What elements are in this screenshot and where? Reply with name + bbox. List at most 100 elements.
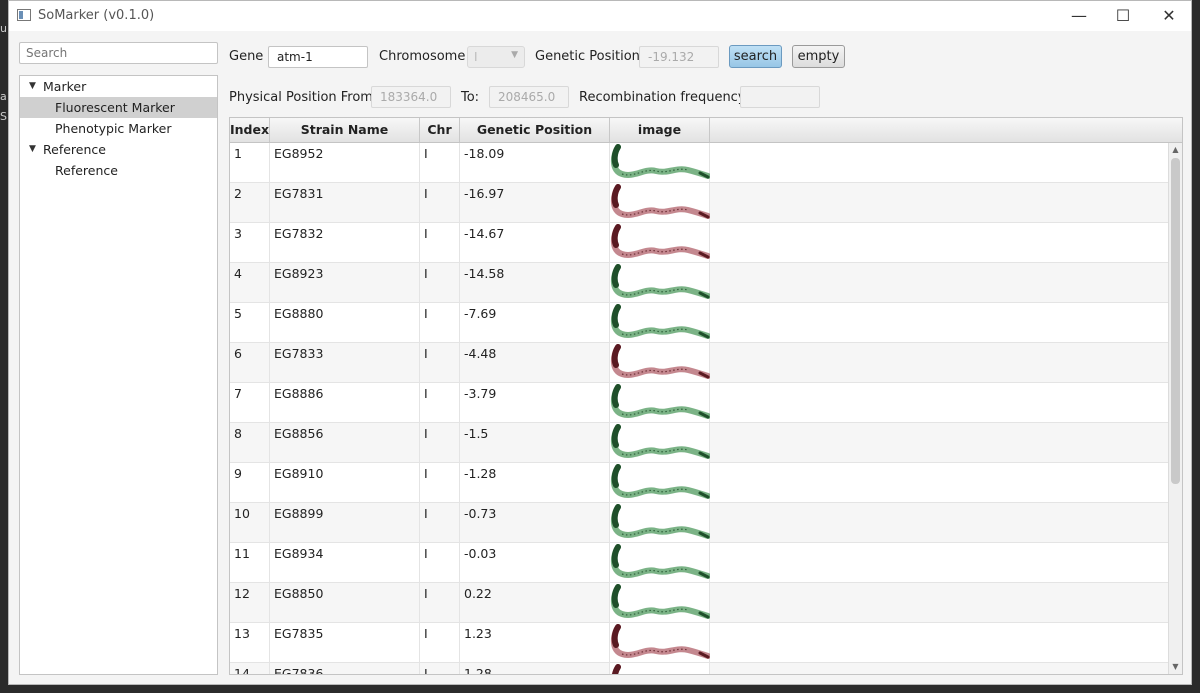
tree-item-phenotypic-marker[interactable]: Phenotypic Marker bbox=[20, 118, 217, 139]
cell-genetic-position: -14.67 bbox=[460, 223, 610, 262]
app-window: SoMarker (v0.1.0) — ☐ ✕ ▼ Marker Fluores… bbox=[8, 0, 1192, 685]
scrollbar-thumb[interactable] bbox=[1171, 158, 1180, 484]
cell-genetic-position: -3.79 bbox=[460, 383, 610, 422]
recombination-frequency-input[interactable] bbox=[740, 86, 820, 108]
physical-from-input[interactable]: 183364.0 bbox=[371, 86, 451, 108]
table-row[interactable]: 1 EG8952 I -18.09 bbox=[230, 143, 1168, 183]
table-row[interactable]: 10 EG8899 I -0.73 bbox=[230, 503, 1168, 543]
worm-image bbox=[610, 343, 711, 382]
cell-strain-name: EG8880 bbox=[270, 303, 420, 342]
column-header-strain-name[interactable]: Strain Name bbox=[270, 118, 420, 142]
cell-chr: I bbox=[420, 303, 460, 342]
column-header-chr[interactable]: Chr bbox=[420, 118, 460, 142]
genetic-position-input[interactable]: -19.132 bbox=[639, 46, 719, 68]
cell-genetic-position: -18.09 bbox=[460, 143, 610, 182]
empty-button[interactable]: empty bbox=[792, 45, 845, 68]
table-row[interactable]: 4 EG8923 I -14.58 bbox=[230, 263, 1168, 303]
cell-strain-name: EG8886 bbox=[270, 383, 420, 422]
cell-strain-name: EG7832 bbox=[270, 223, 420, 262]
cell-genetic-position: -0.03 bbox=[460, 543, 610, 582]
table-row[interactable]: 2 EG7831 I -16.97 bbox=[230, 183, 1168, 223]
table-row[interactable]: 13 EG7835 I 1.23 bbox=[230, 623, 1168, 663]
genetic-position-label: Genetic Position bbox=[535, 49, 640, 64]
worm-image bbox=[610, 503, 711, 542]
expand-arrow-icon[interactable]: ▼ bbox=[29, 139, 36, 160]
background-text: u bbox=[0, 22, 7, 35]
cell-genetic-position: -14.58 bbox=[460, 263, 610, 302]
cell-chr: I bbox=[420, 503, 460, 542]
cell-chr: I bbox=[420, 343, 460, 382]
scroll-down-icon[interactable]: ▼ bbox=[1169, 660, 1182, 674]
table-row[interactable]: 9 EG8910 I -1.28 bbox=[230, 463, 1168, 503]
cell-chr: I bbox=[420, 583, 460, 622]
tree-item-label: Fluorescent Marker bbox=[55, 100, 175, 115]
tree-item-reference-group[interactable]: ▼ Reference bbox=[20, 139, 217, 160]
cell-chr: I bbox=[420, 183, 460, 222]
table-row[interactable]: 12 EG8850 I 0.22 bbox=[230, 583, 1168, 623]
tree-item-reference[interactable]: Reference bbox=[20, 160, 217, 181]
worm-image bbox=[610, 263, 711, 302]
search-button[interactable]: search bbox=[729, 45, 782, 68]
table-row[interactable]: 8 EG8856 I -1.5 bbox=[230, 423, 1168, 463]
tree-item-fluorescent-marker[interactable]: Fluorescent Marker bbox=[20, 97, 217, 118]
tree-item-marker[interactable]: ▼ Marker bbox=[20, 76, 217, 97]
cell-strain-name: EG8952 bbox=[270, 143, 420, 182]
cell-index: 9 bbox=[230, 463, 270, 502]
minimize-icon[interactable]: — bbox=[1057, 1, 1101, 31]
cell-chr: I bbox=[420, 263, 460, 302]
worm-image bbox=[610, 223, 711, 262]
table-header: Index Strain Name Chr Genetic Position i… bbox=[230, 118, 1182, 143]
table-row[interactable]: 7 EG8886 I -3.79 bbox=[230, 383, 1168, 423]
chromosome-select[interactable]: I ▼ bbox=[467, 46, 525, 68]
table-row[interactable]: 6 EG7833 I -4.48 bbox=[230, 343, 1168, 383]
scroll-up-icon[interactable]: ▲ bbox=[1169, 143, 1182, 157]
cell-index: 14 bbox=[230, 663, 270, 674]
cell-chr: I bbox=[420, 623, 460, 662]
chromosome-value: I bbox=[474, 50, 478, 64]
table-row[interactable]: 3 EG7832 I -14.67 bbox=[230, 223, 1168, 263]
sidebar-tree: ▼ Marker Fluorescent Marker Phenotypic M… bbox=[19, 75, 218, 675]
close-icon[interactable]: ✕ bbox=[1147, 1, 1191, 31]
worm-image bbox=[610, 583, 711, 622]
gene-input[interactable]: atm-1 bbox=[268, 46, 368, 68]
cell-strain-name: EG7833 bbox=[270, 343, 420, 382]
cell-index: 2 bbox=[230, 183, 270, 222]
table-row[interactable]: 5 EG8880 I -7.69 bbox=[230, 303, 1168, 343]
strain-table: Index Strain Name Chr Genetic Position i… bbox=[229, 117, 1183, 675]
worm-image bbox=[610, 423, 711, 462]
cell-chr: I bbox=[420, 143, 460, 182]
search-input[interactable] bbox=[19, 42, 218, 64]
column-header-index[interactable]: Index bbox=[230, 118, 270, 142]
cell-index: 8 bbox=[230, 423, 270, 462]
maximize-icon[interactable]: ☐ bbox=[1101, 1, 1145, 31]
cell-index: 10 bbox=[230, 503, 270, 542]
to-label: To: bbox=[461, 90, 480, 105]
column-header-genetic-position[interactable]: Genetic Position bbox=[460, 118, 610, 142]
cell-strain-name: EG8934 bbox=[270, 543, 420, 582]
worm-image bbox=[610, 383, 711, 422]
tree-item-label: Phenotypic Marker bbox=[55, 121, 172, 136]
cell-genetic-position: -0.73 bbox=[460, 503, 610, 542]
cell-index: 5 bbox=[230, 303, 270, 342]
column-header-image[interactable]: image bbox=[610, 118, 710, 142]
cell-index: 3 bbox=[230, 223, 270, 262]
table-row[interactable]: 14 EG7836 I 1.28 bbox=[230, 663, 1168, 674]
gene-label: Gene bbox=[229, 49, 264, 64]
worm-image bbox=[610, 623, 711, 662]
cell-strain-name: EG7831 bbox=[270, 183, 420, 222]
chromosome-label: Chromosome bbox=[379, 49, 466, 64]
cell-strain-name: EG8923 bbox=[270, 263, 420, 302]
expand-arrow-icon[interactable]: ▼ bbox=[29, 76, 36, 97]
recombination-frequency-label: Recombination frequency: bbox=[579, 90, 749, 105]
table-row[interactable]: 11 EG8934 I -0.03 bbox=[230, 543, 1168, 583]
worm-image bbox=[610, 663, 710, 674]
cell-index: 4 bbox=[230, 263, 270, 302]
worm-image bbox=[610, 463, 711, 502]
physical-to-input[interactable]: 208465.0 bbox=[489, 86, 569, 108]
cell-chr: I bbox=[420, 543, 460, 582]
cell-genetic-position: -1.28 bbox=[460, 463, 610, 502]
worm-image bbox=[610, 143, 711, 182]
cell-genetic-position: -16.97 bbox=[460, 183, 610, 222]
background-text: a bbox=[0, 90, 7, 103]
vertical-scrollbar[interactable]: ▲ ▼ bbox=[1168, 143, 1182, 674]
